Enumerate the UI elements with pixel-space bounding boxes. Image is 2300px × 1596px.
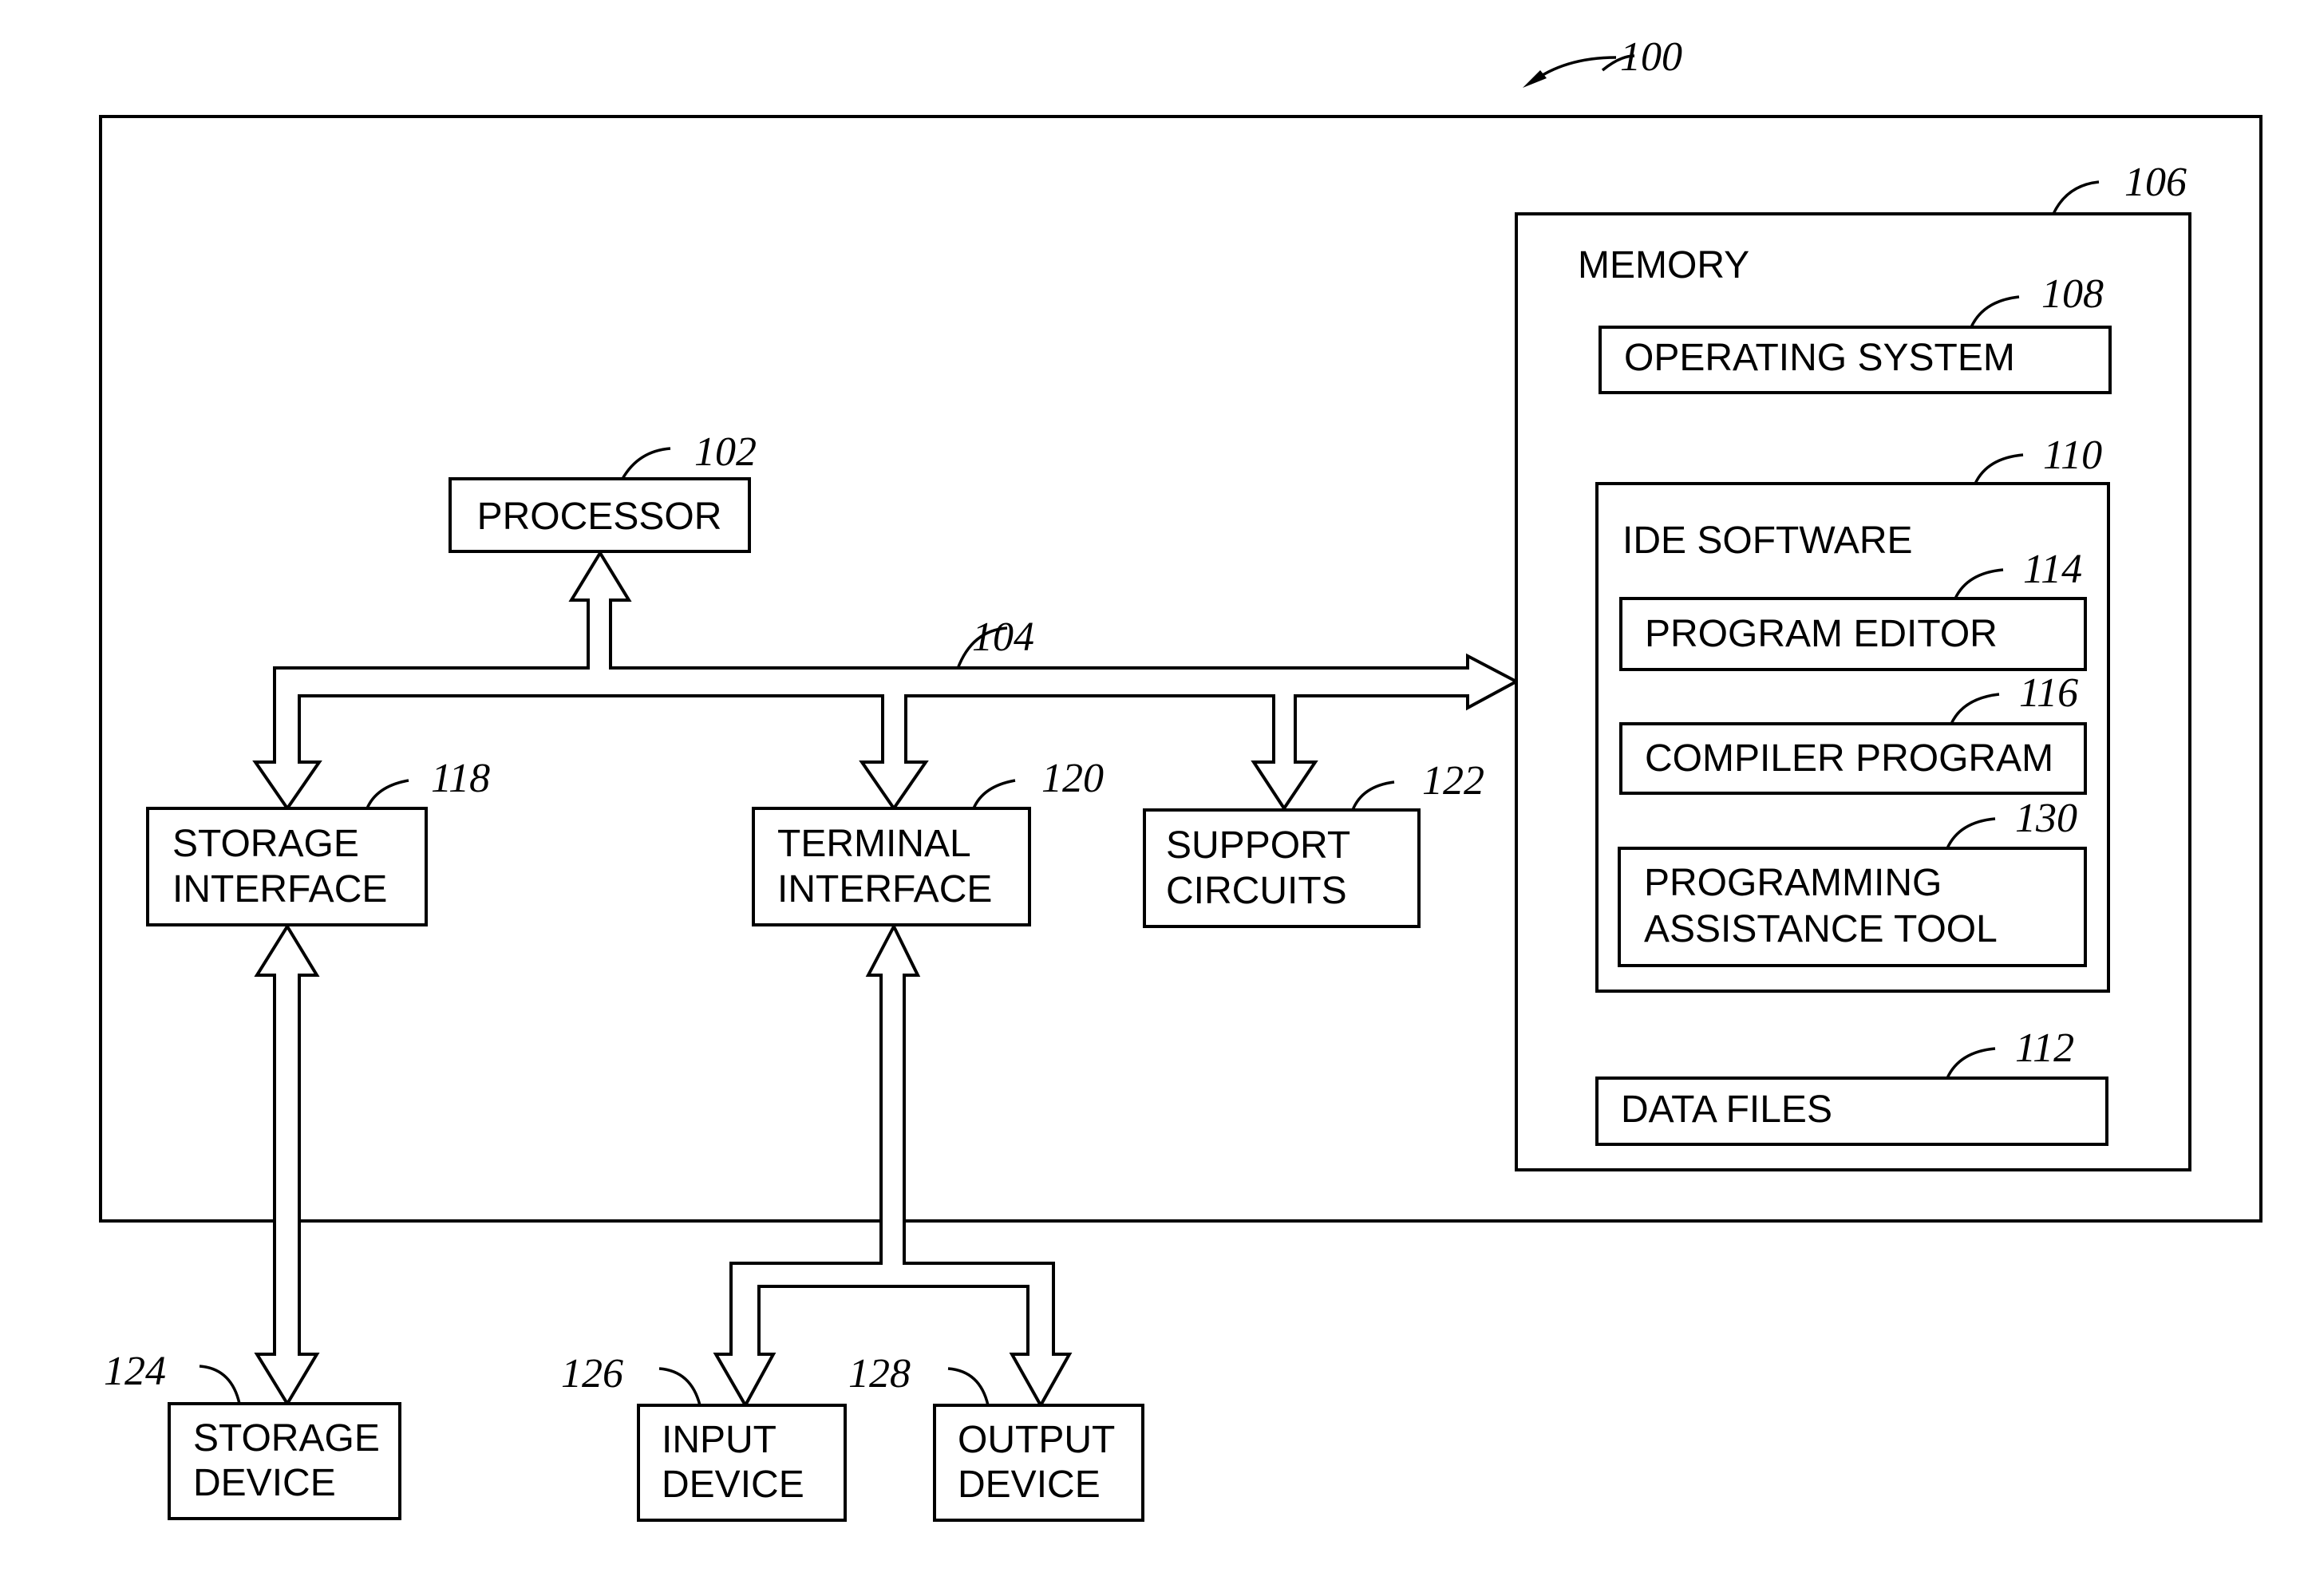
input-device-block[interactable]: INPUT DEVICE 126 <box>561 1351 847 1522</box>
support-circuits-block[interactable]: SUPPORT CIRCUITS 122 <box>1143 758 1484 928</box>
support-circuits-label-line1: SUPPORT <box>1166 824 1350 867</box>
block-diagram: 100 104 PROCESSOR 102 STORAGE INTERFACE … <box>99 34 2262 1522</box>
figure-ref-label: 100 <box>1620 34 1682 80</box>
output-device-block[interactable]: OUTPUT DEVICE 128 <box>848 1351 1144 1522</box>
input-device-label-line2: DEVICE <box>662 1464 804 1506</box>
storage-interface-label-line1: STORAGE <box>172 823 359 865</box>
program-editor-label: PROGRAM EDITOR <box>1645 613 1998 655</box>
data-files-ref-label: 112 <box>2015 1025 2074 1071</box>
storage-device-block[interactable]: STORAGE DEVICE 124 <box>104 1349 401 1520</box>
ide-software-block[interactable]: IDE SOFTWARE 110 PROGRAM EDITOR 114 COMP… <box>1595 433 2110 993</box>
memory-block[interactable]: MEMORY 106 OPERATING SYSTEM 108 IDE SOFT… <box>1515 160 2191 1171</box>
storage-device-ref-leader <box>199 1365 241 1404</box>
programming-assistance-tool-label-line1: PROGRAMMING <box>1644 862 1942 904</box>
operating-system-label: OPERATING SYSTEM <box>1624 337 2015 379</box>
terminal-interface-block[interactable]: TERMINAL INTERFACE 120 <box>752 756 1104 926</box>
figure-ref-100: 100 <box>1523 34 1682 88</box>
program-editor-ref-label: 114 <box>2023 547 2082 592</box>
output-device-label-line1: OUTPUT <box>958 1419 1115 1461</box>
support-circuits-ref-leader <box>1351 780 1395 811</box>
data-files-label: DATA FILES <box>1621 1088 1832 1131</box>
processor-ref-leader <box>621 447 671 480</box>
storage-device-label-line2: DEVICE <box>193 1462 336 1504</box>
programming-assistance-tool-ref-label: 130 <box>2015 796 2077 841</box>
storage-interface-block[interactable]: STORAGE INTERFACE 118 <box>146 756 490 926</box>
ide-software-ref-label: 110 <box>2043 433 2102 478</box>
terminal-interface-ref-label: 120 <box>1041 756 1104 801</box>
output-device-label-line2: DEVICE <box>958 1464 1101 1506</box>
support-circuits-ref-label: 122 <box>1422 758 1484 804</box>
memory-ref-leader <box>2052 180 2100 215</box>
storage-interface-label-line2: INTERFACE <box>172 868 387 911</box>
programming-assistance-tool-label-line2: ASSISTANCE TOOL <box>1644 908 1998 950</box>
storage-interface-ref-label: 118 <box>431 756 490 801</box>
output-device-ref-leader <box>947 1367 990 1406</box>
terminal-interface-label-line1: TERMINAL <box>777 823 971 865</box>
terminal-interface-ref-leader <box>972 779 1016 809</box>
storage-device-ref-label: 124 <box>104 1349 166 1394</box>
storage-device-label-line1: STORAGE <box>193 1417 380 1460</box>
compiler-program-label: COMPILER PROGRAM <box>1645 737 2053 780</box>
input-device-ref-leader <box>658 1367 701 1406</box>
memory-label: MEMORY <box>1578 244 1749 286</box>
processor-block[interactable]: PROCESSOR 102 <box>449 429 757 553</box>
storage-interface-ref-leader <box>366 779 409 809</box>
compiler-program-ref-label: 116 <box>2019 670 2078 716</box>
terminal-link-arrow <box>713 922 1073 1409</box>
terminal-interface-label-line2: INTERFACE <box>777 868 992 911</box>
operating-system-ref-label: 108 <box>2041 271 2104 317</box>
output-device-ref-label: 128 <box>848 1351 911 1396</box>
support-circuits-label-line2: CIRCUITS <box>1166 870 1347 912</box>
input-device-label-line1: INPUT <box>662 1419 777 1461</box>
ide-software-label: IDE SOFTWARE <box>1622 519 1913 562</box>
processor-label: PROCESSOR <box>477 496 722 538</box>
processor-ref-label: 102 <box>694 429 757 475</box>
input-device-ref-label: 126 <box>561 1351 623 1396</box>
storage-link-arrow <box>254 923 320 1407</box>
memory-ref-label: 106 <box>2124 160 2187 205</box>
